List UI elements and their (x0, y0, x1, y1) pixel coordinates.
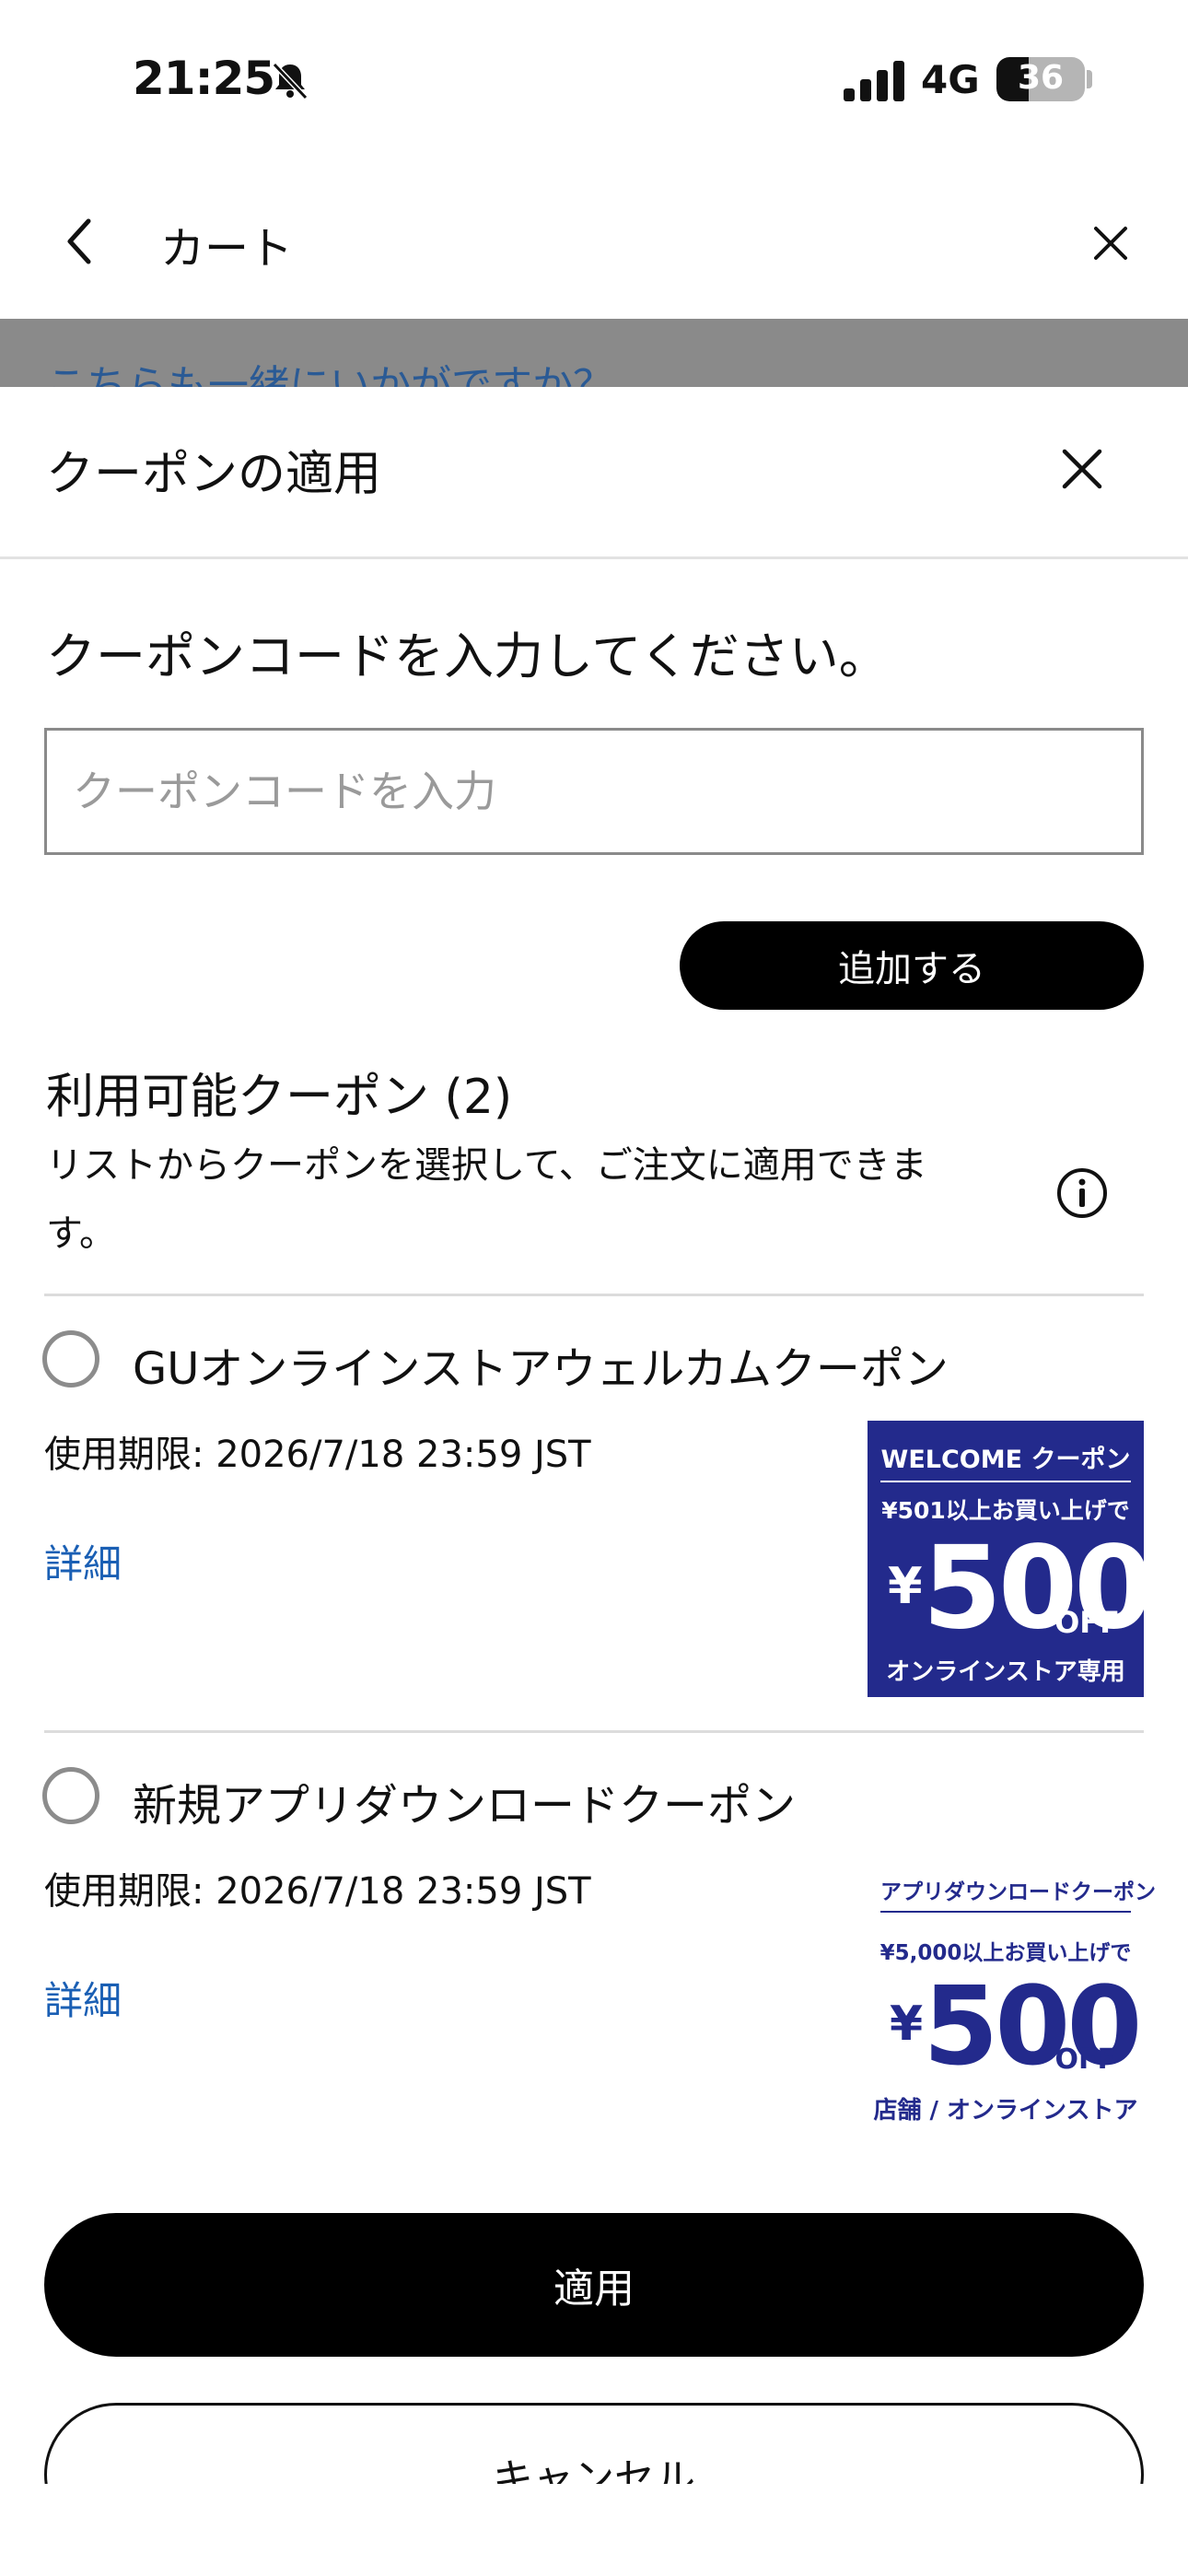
bottom-area (0, 2484, 1188, 2576)
cancel-button-container: キャンセル (0, 2395, 1188, 2484)
mute-bell-icon (272, 62, 309, 100)
close-icon[interactable] (1057, 444, 1107, 494)
apply-button[interactable]: 適用 (44, 2213, 1144, 2357)
info-icon[interactable] (1055, 1166, 1109, 1220)
coupon-name: GUオンラインストアウェルカムクーポン (133, 1343, 949, 1395)
coupon-image-condition: ¥5,000以上お買い上げで (879, 1941, 1132, 1965)
divider (44, 1730, 1144, 1733)
signal-icon (844, 61, 904, 101)
coupon-image-footer: オンラインストア専用 (886, 1658, 1125, 1686)
coupon-expiry: 使用期限: 2026/7/18 23:59 JST (44, 1870, 591, 1913)
add-coupon-button[interactable]: 追加する (680, 921, 1144, 1010)
coupon-detail-link[interactable]: 詳細 (44, 1533, 122, 1589)
back-chevron-icon[interactable] (57, 214, 101, 269)
off-label: OFF (1054, 1605, 1120, 1640)
yen-sign: ¥ (890, 1996, 924, 2052)
coupon-image: アプリダウンロードクーポン ¥5,000以上お買い上げで ¥500 OFF 店舗… (868, 1861, 1156, 2137)
coupon-image-title: アプリダウンロードクーポン (880, 1874, 1156, 1913)
recommendation-link: こちらも一緒にいかがですか？ (46, 362, 613, 387)
battery-cap (1087, 70, 1092, 88)
coupon-image-title: WELCOME クーポン (880, 1439, 1131, 1482)
battery-indicator: 36 (996, 57, 1085, 101)
code-prompt: クーポンコードを入力してください。 (46, 627, 889, 685)
off-label: OFF (1054, 2043, 1117, 2076)
close-icon[interactable] (1087, 219, 1135, 267)
battery-level: 36 (1017, 59, 1065, 97)
sheet-title: クーポンの適用 (46, 447, 382, 502)
divider (44, 1294, 1144, 1296)
coupon-radio[interactable] (42, 1330, 99, 1388)
coupon-image-condition: ¥501以上お買い上げで (881, 1497, 1130, 1524)
coupon-image-footer: 店舗 / オンラインストア (873, 2097, 1138, 2125)
divider (0, 556, 1188, 559)
yen-sign: ¥ (888, 1557, 923, 1615)
dimmed-background: こちらも一緒にいかがですか？ (0, 319, 1188, 387)
coupon-detail-link[interactable]: 詳細 (44, 1970, 122, 2026)
available-coupons-heading: 利用可能クーポン (2) (46, 1070, 513, 1125)
status-time: 21:25 (133, 52, 275, 105)
coupon-image: WELCOME クーポン ¥501以上お買い上げで ¥500 OFF オンライン… (868, 1421, 1153, 1697)
cancel-button[interactable]: キャンセル (44, 2403, 1144, 2484)
coupon-name: 新規アプリダウンロードクーポン (133, 1780, 797, 1832)
coupon-code-input[interactable] (44, 728, 1144, 855)
coupon-radio[interactable] (42, 1767, 99, 1824)
coupon-expiry: 使用期限: 2026/7/18 23:59 JST (44, 1434, 591, 1476)
available-coupons-description: リストからクーポンを選択して、ご注文に適用できます。 (46, 1144, 927, 1255)
page-title: カート (160, 223, 294, 275)
network-type: 4G (921, 57, 980, 102)
